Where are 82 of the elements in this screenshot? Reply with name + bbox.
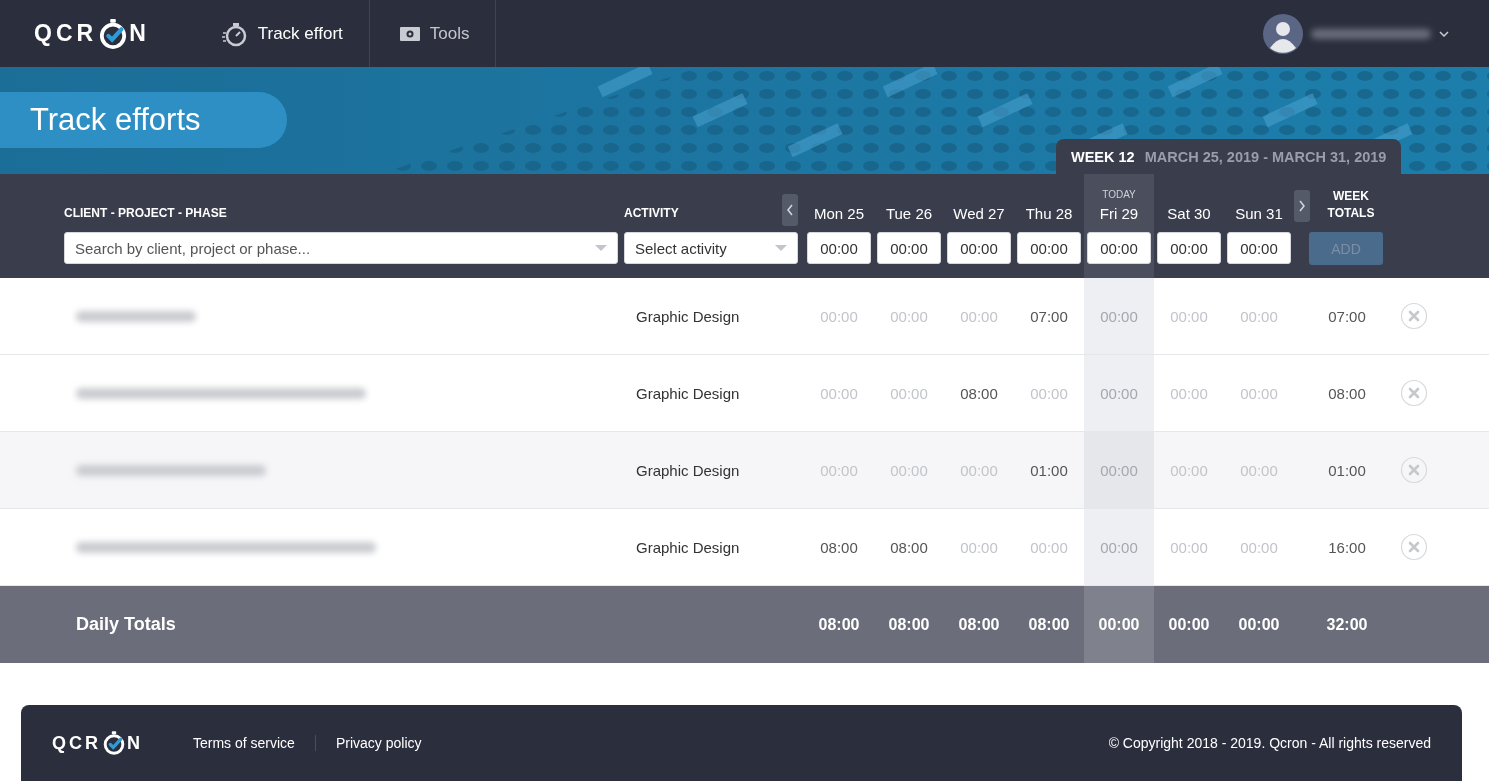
hours-value: 00:00 [890,307,928,325]
day-label: Sun 31 [1235,205,1283,222]
project-search-field[interactable]: Search by client, project or phase... [64,232,618,264]
activity-select[interactable]: Select activity [624,232,798,264]
hours-value: 00:00 [890,384,928,402]
hours-value: 00:00 [1030,538,1068,556]
hours-input[interactable]: 00:00 [1157,232,1221,264]
activity-name: Graphic Design [636,307,740,325]
hours-value: 00:00 [1170,538,1208,556]
hours-value: 00:00 [1100,461,1138,479]
daily-total: 08:00 [888,615,930,634]
row-total: 01:00 [1328,461,1366,479]
daily-total: 08:00 [958,615,1000,634]
column-label: ACTIVITY [624,206,679,222]
hours-value: 00:00 [1100,307,1138,325]
day-label: Thu 28 [1025,205,1073,222]
caret-icon [775,245,787,251]
hours-value: 00:00 [960,307,998,325]
logo-text: QCR [52,734,101,752]
day-label: Fri 29 [1099,205,1139,222]
week-total: 32:00 [1326,615,1368,634]
column-label: CLIENT - PROJECT - PHASE [64,206,227,222]
hours-value: 08:00 [890,538,928,556]
daily-total: 00:00 [1238,615,1280,634]
next-week-button[interactable] [1294,190,1310,222]
logo-text: N [127,734,143,752]
daily-total: 08:00 [1028,615,1070,634]
activity-name: Graphic Design [636,384,740,402]
day-label: Mon 25 [813,205,864,222]
hours-value: 01:00 [1030,461,1068,479]
hours-value: 00:00 [1240,307,1278,325]
hours-value: 00:00 [960,538,998,556]
stopwatch-icon [221,20,248,47]
hours-value: 08:00 [820,538,858,556]
activity-name: Graphic Design [636,461,740,479]
page-title: Track efforts [0,92,287,148]
activity-name: Graphic Design [636,538,740,556]
hours-value: 07:00 [1030,307,1068,325]
clock-check-icon [103,730,125,756]
row-total: 16:00 [1328,538,1366,556]
hours-input[interactable]: 00:00 [807,232,871,264]
hours-value: 00:00 [1030,384,1068,402]
avatar-icon[interactable] [1263,13,1303,54]
hours-value: 00:00 [820,384,858,402]
hours-value: 00:00 [1170,384,1208,402]
row-total: 08:00 [1328,384,1366,402]
hours-value: 00:00 [1240,384,1278,402]
chevron-right-icon [1296,198,1308,214]
footer-link[interactable]: Privacy policy [314,735,442,751]
hours-input[interactable]: 00:00 [1227,232,1291,264]
day-label: Tue 26 [885,205,933,222]
logo-text: N [129,22,150,45]
hours-value: 00:00 [1100,384,1138,402]
daily-total: 00:00 [1168,615,1210,634]
caret-icon [595,245,607,251]
hours-value: 00:00 [1240,538,1278,556]
totals-label: Daily Totals [76,614,176,635]
hours-input[interactable]: 00:00 [1017,232,1081,264]
hours-input[interactable]: 00:00 [1087,232,1151,264]
footer-link[interactable]: Terms of service [193,735,315,751]
camera-icon [399,25,420,42]
clock-check-icon [99,17,128,50]
hours-value: 00:00 [1170,307,1208,325]
previous-week-button[interactable] [782,194,798,226]
column-label: WEEK TOTALS [1326,188,1376,222]
today-label: TODAY [1102,189,1136,200]
day-label: Sat 30 [1167,205,1211,222]
copyright-text: © Copyright 2018 - 2019. Qcron - All rights reserved [1108,735,1431,751]
day-label: Wed 27 [953,205,1005,222]
daily-total: 08:00 [818,615,860,634]
week-range: MARCH 25, 2019 - MARCH 31, 2019 [1144,148,1387,165]
week-number: WEEK 12 [1071,148,1135,165]
row-total: 07:00 [1328,307,1366,325]
hours-value: 00:00 [820,307,858,325]
chevron-left-icon [784,202,796,218]
daily-total: 00:00 [1098,615,1140,634]
logo-text: QCR [34,22,98,45]
hours-value: 08:00 [960,384,998,402]
hours-input[interactable]: 00:00 [877,232,941,264]
hours-value: 00:00 [1100,538,1138,556]
hours-input[interactable]: 00:00 [947,232,1011,264]
chevron-down-icon[interactable] [1439,30,1449,37]
